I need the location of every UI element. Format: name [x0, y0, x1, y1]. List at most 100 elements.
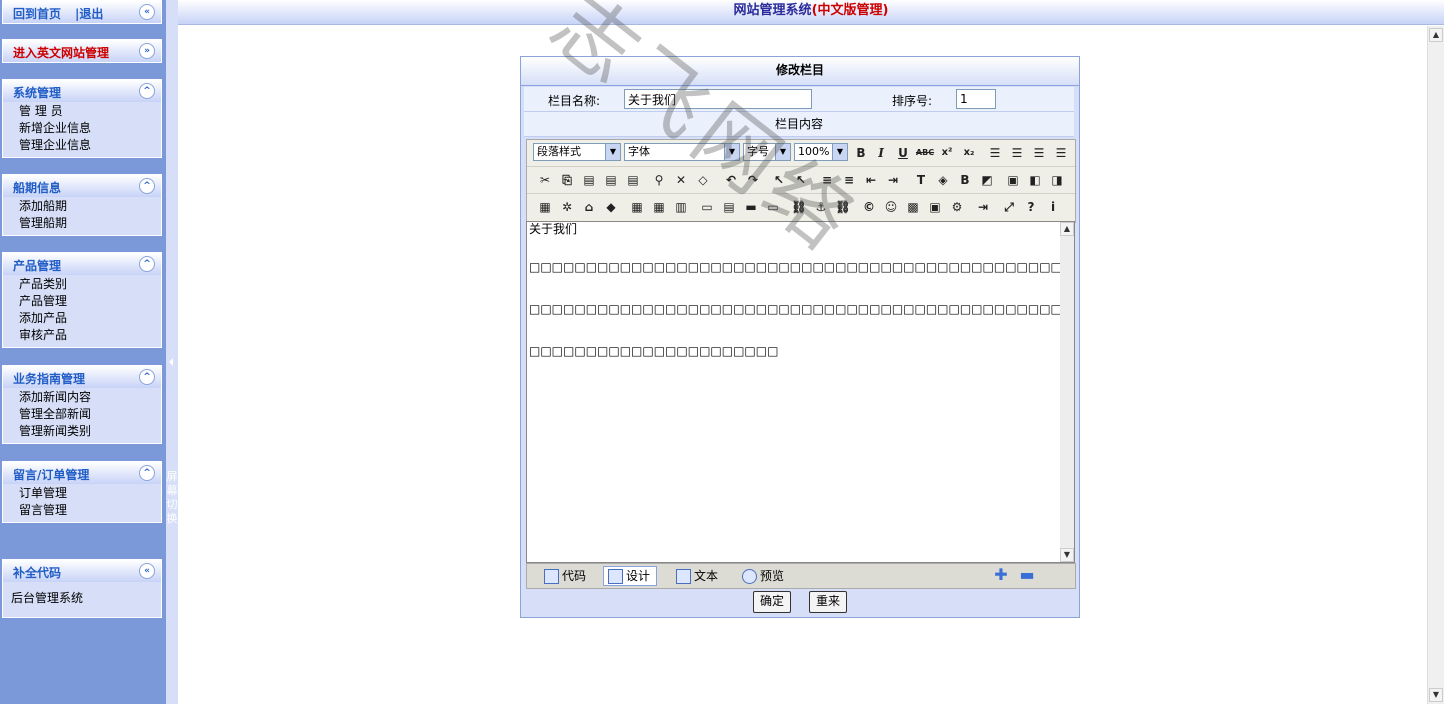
page-scrollbar[interactable]: ▲ ▼ — [1427, 26, 1444, 704]
link-icon[interactable]: ⛓ — [789, 197, 809, 217]
panel-system-title[interactable]: 系统管理 — [13, 84, 61, 101]
mode-text-tab[interactable]: 文本 — [671, 566, 725, 586]
zoom-select[interactable]: 100% ▼ — [794, 143, 848, 161]
insert-flash-icon[interactable]: ✲ — [557, 197, 577, 217]
info-icon[interactable]: i — [1043, 197, 1063, 217]
paste-text-icon[interactable]: ▤ — [601, 170, 621, 190]
insert-table-icon[interactable]: ▦ — [627, 197, 647, 217]
scroll-down-icon[interactable]: ▼ — [1060, 548, 1074, 562]
font-size-select[interactable]: 字号 ▼ — [743, 143, 791, 161]
sidebar-item-manage-schedule[interactable]: 管理船期 — [19, 215, 161, 232]
sidebar-item-review-product[interactable]: 审核产品 — [19, 327, 161, 344]
find-icon[interactable]: ⚲ — [649, 170, 669, 190]
paragraph-style-select[interactable]: 段落样式 ▼ — [533, 143, 621, 161]
page-break-icon[interactable]: ⇥ — [973, 197, 993, 217]
insert-image-icon[interactable]: ▦ — [535, 197, 555, 217]
sidebar-item-add-news[interactable]: 添加新闻内容 — [19, 389, 161, 406]
subscript-icon[interactable]: x₂ — [959, 143, 979, 163]
home-link[interactable]: 回到首页 — [13, 5, 61, 22]
paste-word-icon[interactable]: ▤ — [623, 170, 643, 190]
insert-media-icon[interactable]: ⌂ — [579, 197, 599, 217]
panel-guide-title[interactable]: 业务指南管理 — [13, 370, 85, 387]
sidebar-item-add-product[interactable]: 添加产品 — [19, 310, 161, 327]
scroll-up-icon[interactable]: ▲ — [1429, 28, 1443, 42]
scroll-up-icon[interactable]: ▲ — [1060, 222, 1074, 236]
ordered-list-icon[interactable]: ≡ — [817, 170, 837, 190]
mode-code-tab[interactable]: 代码 — [539, 566, 593, 586]
shrink-icon[interactable]: ▬ — [1017, 565, 1037, 585]
align-justify-icon[interactable]: ☰ — [1051, 143, 1071, 163]
screen-toggle-bar[interactable]: 屏幕切换 — [166, 0, 178, 704]
align-center-icon[interactable]: ☰ — [1007, 143, 1027, 163]
special-char-icon[interactable]: © — [859, 197, 879, 217]
enlarge-icon[interactable]: ✚ — [991, 565, 1011, 585]
mode-preview-tab[interactable]: 预览 — [737, 566, 791, 586]
underline-icon[interactable]: U — [893, 143, 913, 163]
italic-icon[interactable]: I — [871, 143, 891, 163]
reset-button[interactable]: 重来 — [809, 591, 848, 613]
font-color-icon[interactable]: T — [911, 170, 931, 190]
sidebar-item-add-company[interactable]: 新增企业信息 — [19, 120, 161, 137]
collapse-up-icon[interactable]: ^ — [139, 256, 155, 272]
absolute-position-icon[interactable]: ▣ — [1003, 170, 1023, 190]
sidebar-item-messages[interactable]: 留言管理 — [19, 502, 161, 519]
highlight-icon[interactable]: ◈ — [933, 170, 953, 190]
template-icon[interactable]: ▣ — [925, 197, 945, 217]
sidebar-item-news-category[interactable]: 管理新闻类别 — [19, 423, 161, 440]
table-menu-icon[interactable]: ▦ — [649, 197, 669, 217]
textbox-icon[interactable]: ▭ — [763, 197, 783, 217]
fullscreen-icon[interactable]: ⤢ — [999, 197, 1019, 217]
editor-content[interactable]: 关于我们 □□□□□□□□□□□□□□□□□□□□□□□□□□□□□□□□□□□… — [526, 221, 1062, 563]
bring-forward-icon[interactable]: ◧ — [1025, 170, 1045, 190]
help-icon[interactable]: ? — [1021, 197, 1041, 217]
anchor-icon[interactable]: ⚓ — [811, 197, 831, 217]
collapse-up-icon[interactable]: ^ — [139, 465, 155, 481]
strikethrough-icon[interactable]: ABC — [915, 143, 935, 163]
collapse-up-icon[interactable]: ^ — [139, 369, 155, 385]
eraser-icon[interactable]: ◇ — [693, 170, 713, 190]
remove-format-icon[interactable]: ◩ — [977, 170, 997, 190]
insert-file-icon[interactable]: ◆ — [601, 197, 621, 217]
emoticon-icon[interactable]: ☺ — [881, 197, 901, 217]
sidebar-item-admin[interactable]: 管 理 员 — [19, 103, 161, 120]
name-input[interactable] — [624, 89, 812, 109]
deselect-icon[interactable]: ↖ — [791, 170, 811, 190]
delete-icon[interactable]: ✕ — [671, 170, 691, 190]
align-left-icon[interactable]: ☰ — [985, 143, 1005, 163]
collapse-up-icon[interactable]: ^ — [139, 178, 155, 194]
redo-icon[interactable]: ↷ — [743, 170, 763, 190]
cut-icon[interactable]: ✂ — [535, 170, 555, 190]
align-right-icon[interactable]: ☰ — [1029, 143, 1049, 163]
table-props-icon[interactable]: ▥ — [671, 197, 691, 217]
panel-orders-title[interactable]: 留言/订单管理 — [13, 466, 89, 483]
panel-schedule-title[interactable]: 船期信息 — [13, 179, 61, 196]
sidebar-item-product-manage[interactable]: 产品管理 — [19, 293, 161, 310]
horizontal-rule-icon[interactable]: ▬ — [741, 197, 761, 217]
sidebar-item-product-category[interactable]: 产品类别 — [19, 276, 161, 293]
expand-icon[interactable]: » — [139, 43, 155, 59]
collapse-arrow-icon[interactable] — [169, 358, 173, 366]
collapse-icon[interactable]: « — [139, 563, 155, 579]
bold-icon[interactable]: B — [851, 143, 871, 163]
screen-toggle-label[interactable]: 屏幕切换 — [166, 470, 178, 526]
collapse-up-icon[interactable]: ^ — [139, 83, 155, 99]
font-select[interactable]: 字体 ▼ — [624, 143, 740, 161]
sidebar-item-manage-company[interactable]: 管理企业信息 — [19, 137, 161, 154]
document-icon[interactable]: ▤ — [719, 197, 739, 217]
background-color-icon[interactable]: B — [955, 170, 975, 190]
english-admin-link[interactable]: 进入英文网站管理 — [13, 44, 109, 61]
unordered-list-icon[interactable]: ≡ — [839, 170, 859, 190]
panel-code-title[interactable]: 补全代码 — [13, 564, 61, 581]
date-icon[interactable]: ⚙ — [947, 197, 967, 217]
panel-products-title[interactable]: 产品管理 — [13, 257, 61, 274]
logout-link[interactable]: |退出 — [75, 5, 103, 22]
sidebar-item-add-schedule[interactable]: 添加船期 — [19, 198, 161, 215]
mode-design-tab[interactable]: 设计 — [603, 566, 658, 586]
editor-scrollbar[interactable]: ▲ ▼ — [1060, 221, 1075, 563]
outdent-icon[interactable]: ⇤ — [861, 170, 881, 190]
scroll-down-icon[interactable]: ▼ — [1429, 688, 1443, 702]
collapse-icon[interactable]: « — [139, 4, 155, 20]
copy-icon[interactable]: ⎘ — [557, 170, 577, 190]
order-input[interactable] — [956, 89, 996, 109]
form-icon[interactable]: ▭ — [697, 197, 717, 217]
